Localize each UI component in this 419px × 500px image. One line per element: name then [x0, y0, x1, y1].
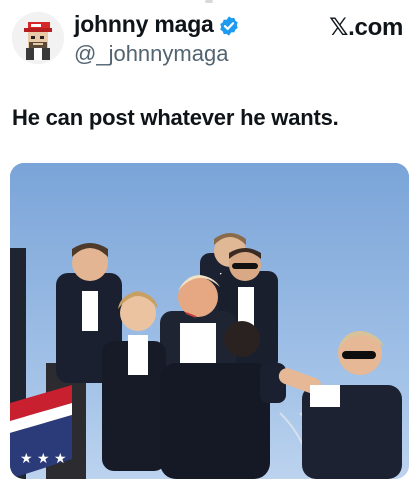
avatar-image: [12, 12, 64, 64]
author-handle[interactable]: @_johnnymaga: [74, 41, 228, 67]
post-header: johnny maga @_johnnymaga 𝕏.com: [0, 0, 419, 80]
verified-badge-icon: [220, 16, 238, 36]
display-name[interactable]: johnny maga: [74, 11, 214, 38]
post-text: He can post whatever he wants.: [12, 105, 339, 130]
svg-text:★ ★ ★: ★ ★ ★: [20, 451, 67, 467]
x-site-label: 𝕏.com: [329, 14, 403, 41]
avatar[interactable]: [12, 12, 64, 64]
photo-illustration: ★ ★ ★: [10, 163, 409, 479]
post-media-photo[interactable]: ★ ★ ★: [10, 163, 409, 479]
